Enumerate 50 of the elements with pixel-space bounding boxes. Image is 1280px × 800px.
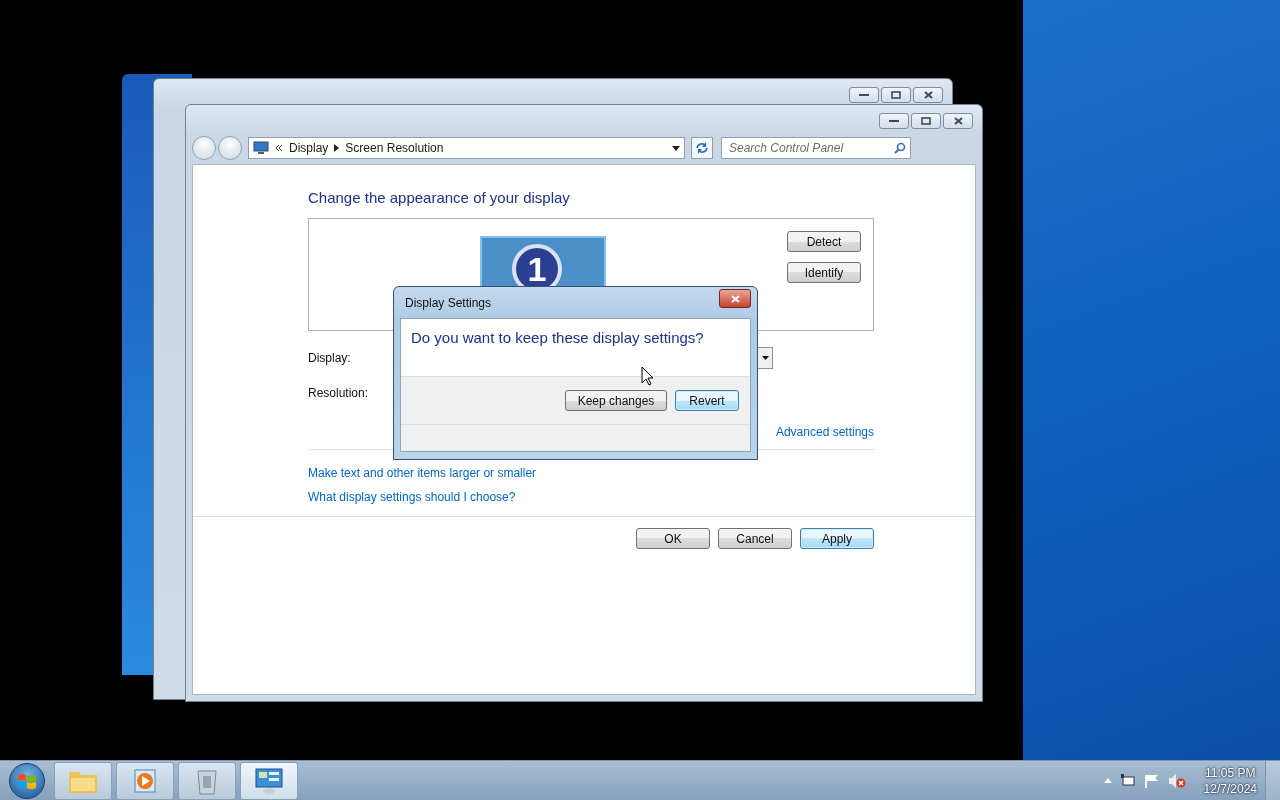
advanced-settings-link[interactable]: Advanced settings [775,425,874,439]
help-link[interactable]: Make text and other items larger or smaller [308,466,537,480]
close-icon [730,294,740,303]
triangle-icon [334,144,340,152]
minimize-button[interactable] [849,87,879,103]
button[interactable]: Apply [800,528,874,549]
breadcrumb[interactable]: Screen Resolution [345,141,444,155]
start-button[interactable] [9,762,45,799]
search-icon [894,142,906,154]
breadcrumb[interactable]: Display [289,141,329,155]
close-icon [923,91,933,99]
address-bar[interactable]: Display Screen Resolution [248,137,685,159]
close-button[interactable] [943,113,973,129]
help-link[interactable]: What display settings should I choose? [308,490,516,504]
button[interactable]: Detect [787,231,861,252]
muted-speaker-icon[interactable] [1167,772,1186,789]
maximize-button[interactable] [881,87,911,103]
button[interactable]: Revert [675,390,739,411]
clock-date: 12/7/2024 [1203,780,1257,797]
minimize-button[interactable] [879,113,909,129]
button[interactable]: Cancel [718,528,792,549]
field-label: Display: [308,351,352,365]
close-icon [953,117,963,125]
maximize-icon [891,91,901,99]
play-icon [132,767,158,794]
search-field[interactable]: Search Control Panel [721,137,911,159]
minimize-icon [859,93,869,97]
close-button[interactable] [913,87,943,103]
dialog-question: Do you want to keep these display settings? [401,319,750,376]
chevron-icon [275,144,283,152]
maximize-icon [921,117,931,125]
dropdown-arrow-icon[interactable] [672,145,680,151]
minimize-icon [889,119,899,123]
button[interactable]: Keep changes [565,390,667,411]
network-icon[interactable] [1119,773,1136,788]
windows-logo [17,771,37,790]
control-panel-icon [254,766,284,795]
caret-icon [762,356,769,360]
page-heading: Change the appearance of your display [308,189,571,206]
button[interactable]: OK [636,528,710,549]
close-button[interactable] [719,289,751,308]
maximize-button[interactable] [911,113,941,129]
field-label: Resolution: [308,386,370,400]
button[interactable]: Identify [787,262,861,283]
refresh-button[interactable] [691,137,713,159]
monitor-icon [253,141,269,155]
cursor-icon [641,366,654,386]
refresh-icon [695,142,709,154]
clock-time: 11:05 PM [1205,764,1256,781]
taskbar-button[interactable] [240,761,298,800]
